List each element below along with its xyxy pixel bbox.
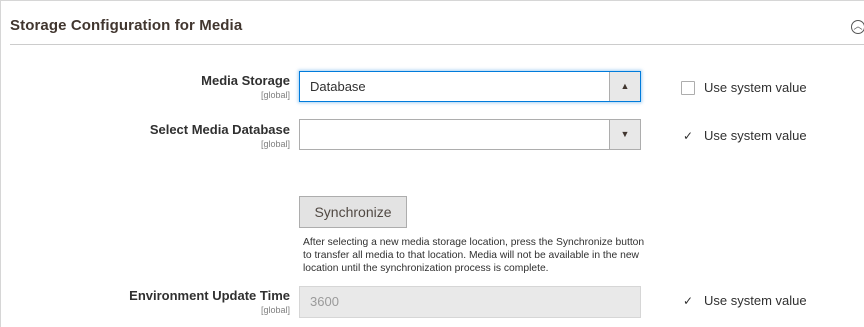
config-panel: Storage Configuration for Media ︿ Media … [0, 0, 864, 327]
environment-update-time-input[interactable]: 3600 [299, 286, 641, 318]
section-title[interactable]: Storage Configuration for Media [10, 17, 242, 34]
media-database-use-system-value[interactable]: ✓ Use system value [681, 128, 807, 143]
media-database-select[interactable]: ▼ [299, 119, 641, 150]
environment-update-time-use-system-value[interactable]: ✓ Use system value [681, 293, 807, 308]
media-storage-select[interactable]: Database ▲ [299, 71, 641, 102]
use-system-value-label[interactable]: Use system value [704, 293, 807, 308]
media-database-scope: [global] [260, 139, 290, 149]
use-system-value-label[interactable]: Use system value [704, 80, 807, 95]
checkmark-icon[interactable]: ✓ [681, 293, 695, 308]
arrow-up-icon[interactable]: ▲ [609, 72, 640, 101]
environment-update-time-scope: [global] [260, 305, 290, 315]
media-storage-use-system-value[interactable]: Use system value [681, 80, 807, 95]
synchronize-button[interactable]: Synchronize [299, 196, 407, 228]
use-system-value-label[interactable]: Use system value [704, 128, 807, 143]
section-divider [10, 44, 864, 45]
synchronize-note: After selecting a new media storage loca… [303, 237, 645, 275]
media-database-label: Select Media Database [149, 122, 290, 137]
media-storage-value: Database [310, 79, 366, 94]
environment-update-time-label: Environment Update Time [129, 288, 290, 303]
checkmark-icon[interactable]: ✓ [681, 128, 695, 143]
chevron-up-circle-icon[interactable]: ︿ [851, 20, 864, 34]
media-storage-use-system-checkbox[interactable] [681, 80, 695, 95]
media-storage-label: Media Storage [201, 73, 290, 88]
media-storage-scope: [global] [260, 90, 290, 100]
arrow-down-icon[interactable]: ▼ [609, 120, 640, 149]
